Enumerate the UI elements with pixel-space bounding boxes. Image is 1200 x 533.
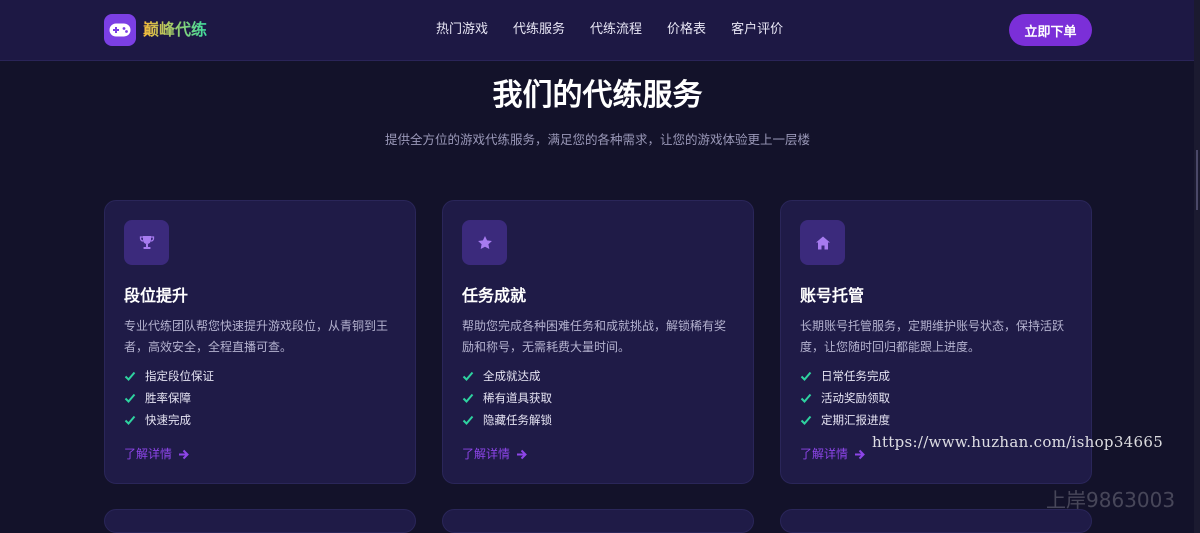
feature-item: 稀有道具获取: [462, 387, 552, 409]
check-icon: [800, 371, 812, 381]
feature-item: 指定段位保证: [124, 365, 214, 387]
feature-label: 日常任务完成: [821, 369, 890, 383]
learn-more-label: 了解详情: [124, 447, 173, 461]
feature-label: 胜率保障: [145, 391, 191, 405]
check-icon: [800, 393, 812, 403]
feature-item: 胜率保障: [124, 387, 214, 409]
service-card-next-row: [104, 509, 416, 533]
feature-item: 隐藏任务解锁: [462, 409, 552, 431]
check-icon: [800, 415, 812, 425]
check-icon: [124, 415, 136, 425]
card-icon-box: [124, 220, 169, 265]
service-card-next-row: [442, 509, 754, 533]
card-description: 帮助您完成各种困难任务和成就挑战，解锁稀有奖励和称号，无需耗费大量时间。: [462, 319, 727, 354]
learn-more-link[interactable]: 了解详情: [124, 445, 189, 463]
card-title: 账号托管: [800, 286, 865, 305]
feature-label: 指定段位保证: [145, 369, 214, 383]
check-icon: [462, 393, 474, 403]
check-icon: [462, 415, 474, 425]
card-title: 段位提升: [124, 286, 189, 305]
learn-more-label: 了解详情: [462, 447, 511, 461]
feature-list: 日常任务完成 活动奖励领取 定期汇报进度: [800, 365, 890, 431]
learn-more-link[interactable]: 了解详情: [800, 445, 865, 463]
nav-link-process[interactable]: 代练流程: [590, 20, 642, 40]
feature-label: 快速完成: [145, 413, 191, 427]
section-title: 我们的代练服务: [492, 78, 703, 113]
gamepad-icon: [109, 23, 131, 37]
feature-item: 定期汇报进度: [800, 409, 890, 431]
arrow-right-icon: [179, 449, 189, 459]
top-navbar: 巅峰代练 热门游戏 代练服务 代练流程 价格表 客户评价 立即下单: [0, 0, 1200, 61]
nav-link-pricing[interactable]: 价格表: [667, 20, 706, 40]
card-description: 长期账号托管服务，定期维护账号状态，保持活跃度，让您随时回归都能跟上进度。: [800, 319, 1065, 354]
learn-more-link[interactable]: 了解详情: [462, 445, 527, 463]
feature-item: 活动奖励领取: [800, 387, 890, 409]
arrow-right-icon: [517, 449, 527, 459]
feature-list: 指定段位保证 胜率保障 快速完成: [124, 365, 214, 431]
page-scrollbar[interactable]: [1194, 0, 1200, 533]
feature-label: 稀有道具获取: [483, 391, 552, 405]
order-now-button[interactable]: 立即下单: [1009, 14, 1092, 46]
feature-item: 全成就达成: [462, 365, 552, 387]
feature-label: 活动奖励领取: [821, 391, 890, 405]
nav-link-hot-games[interactable]: 热门游戏: [436, 20, 488, 40]
nav-link-reviews[interactable]: 客户评价: [731, 20, 783, 40]
trophy-icon: [139, 235, 154, 249]
feature-label: 隐藏任务解锁: [483, 413, 552, 427]
card-title: 任务成就: [462, 286, 527, 305]
card-description: 专业代练团队帮您快速提升游戏段位，从青铜到王者，高效安全，全程直播可查。: [124, 319, 389, 354]
check-icon: [124, 393, 136, 403]
feature-item: 日常任务完成: [800, 365, 890, 387]
feature-label: 全成就达成: [483, 369, 541, 383]
feature-item: 快速完成: [124, 409, 214, 431]
feature-label: 定期汇报进度: [821, 413, 890, 427]
check-icon: [124, 371, 136, 381]
learn-more-label: 了解详情: [800, 447, 849, 461]
service-card-achievements: 任务成就 帮助您完成各种困难任务和成就挑战，解锁稀有奖励和称号，无需耗费大量时间…: [442, 200, 754, 484]
feature-list: 全成就达成 稀有道具获取 隐藏任务解锁: [462, 365, 552, 431]
nav-link-services[interactable]: 代练服务: [513, 20, 565, 40]
watermark-url: https://www.huzhan.com/ishop34665: [872, 433, 1164, 451]
watermark-id: 上岸9863003: [1046, 488, 1176, 512]
nav-links: 热门游戏 代练服务 代练流程 价格表 客户评价: [436, 20, 783, 40]
arrow-right-icon: [855, 449, 865, 459]
service-card-rank-boost: 段位提升 专业代练团队帮您快速提升游戏段位，从青铜到王者，高效安全，全程直播可查…: [104, 200, 416, 484]
brand-name[interactable]: 巅峰代练: [143, 19, 207, 41]
card-icon-box: [462, 220, 507, 265]
card-icon-box: [800, 220, 845, 265]
section-subtitle: 提供全方位的游戏代练服务，满足您的各种需求，让您的游戏体验更上一层楼: [384, 132, 810, 147]
home-icon: [815, 236, 830, 249]
logo-badge[interactable]: [104, 14, 136, 46]
scrollbar-thumb[interactable]: [1196, 150, 1198, 210]
service-card-next-row: [780, 509, 1092, 533]
star-icon: [477, 235, 492, 249]
check-icon: [462, 371, 474, 381]
